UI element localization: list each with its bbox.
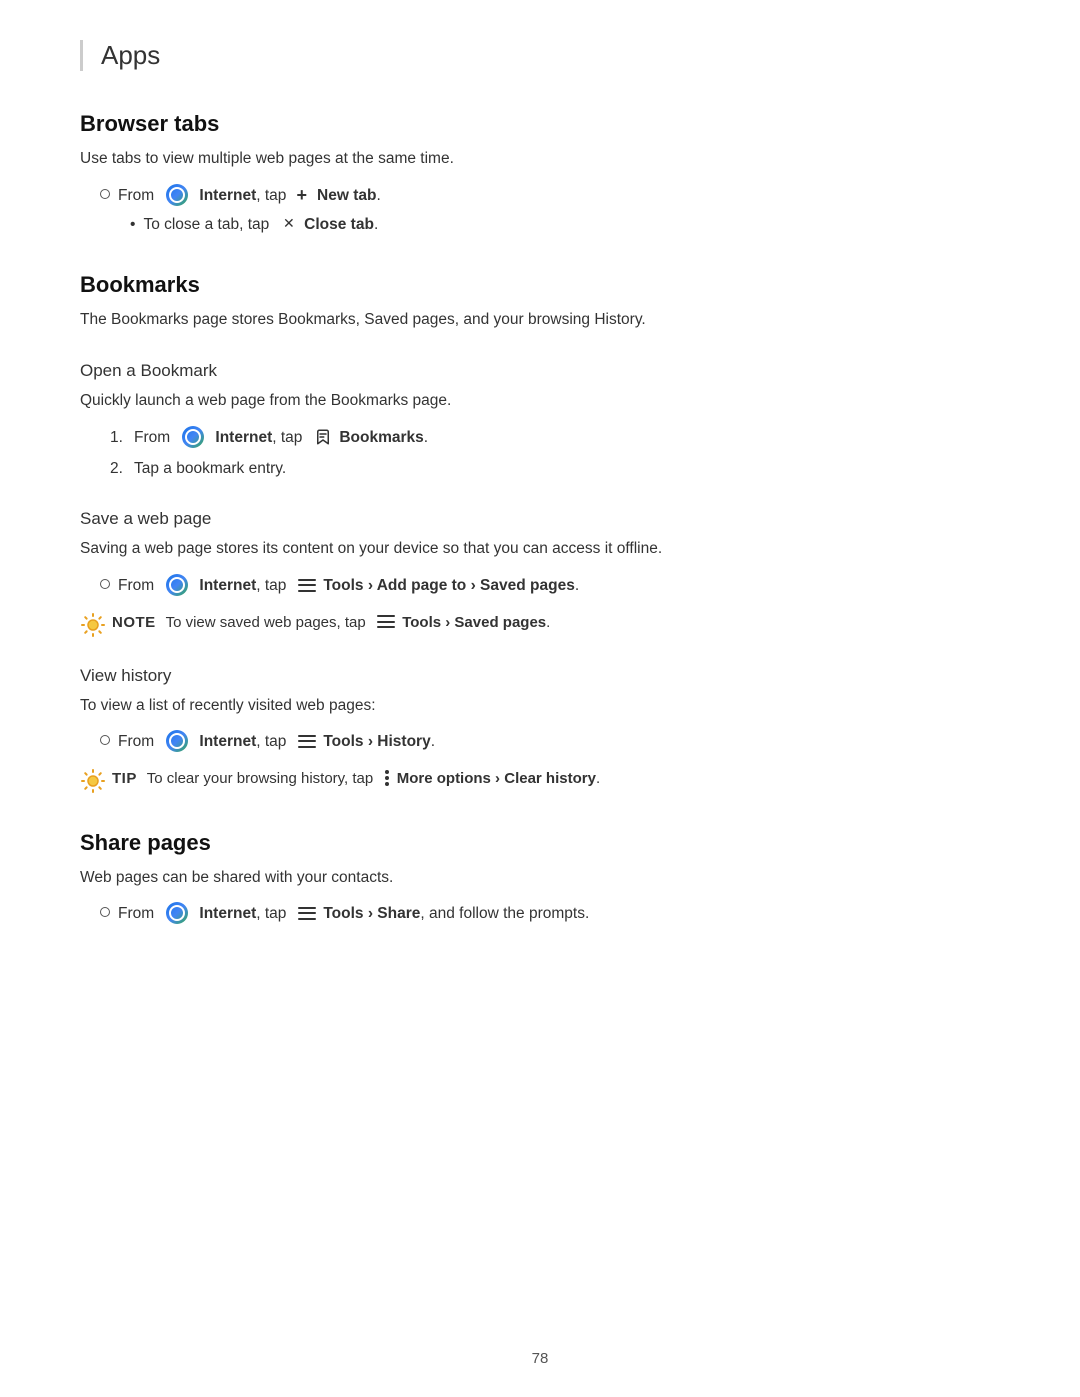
open-bookmark-steps: 1. From Internet, tap (110, 426, 1000, 482)
circle-bullet-4 (100, 907, 110, 917)
internet-icon-3 (166, 574, 188, 596)
internet-icon-2 (182, 426, 204, 448)
dot-bullet: • (130, 213, 135, 236)
save-web-page-description: Saving a web page stores its content on … (80, 537, 1000, 562)
save-page-instruction: From Internet, tap Tools › Add page to ›… (100, 574, 1000, 597)
lightbulb-icon-2 (80, 768, 106, 794)
view-history-subsection: View history To view a list of recently … (80, 666, 1000, 794)
tip-text: TIP To clear your browsing history, tap … (112, 768, 600, 791)
circle-bullet-3 (100, 735, 110, 745)
step2-text: Tap a bookmark entry. (134, 457, 286, 482)
share-pages-section: Share pages Web pages can be shared with… (80, 830, 1000, 926)
step-number: 1. (110, 426, 134, 451)
open-bookmark-subsection: Open a Bookmark Quickly launch a web pag… (80, 361, 1000, 481)
step-number-2: 2. (110, 457, 134, 482)
hamburger-icon-3 (298, 735, 316, 748)
instruction-text: From Internet, tap New tab. (118, 184, 381, 207)
step1-text: From Internet, tap Bookmarks. (134, 426, 428, 451)
share-pages-instruction: From Internet, tap Tools › Share, and fo… (100, 902, 1000, 925)
close-icon (280, 215, 298, 233)
hamburger-icon (298, 579, 316, 592)
tip-label: TIP (112, 770, 137, 787)
share-instruction-text: From Internet, tap Tools › Share, and fo… (118, 902, 589, 925)
save-instruction-text: From Internet, tap Tools › Add page to ›… (118, 574, 579, 597)
history-tip: TIP To clear your browsing history, tap … (80, 768, 1000, 794)
bookmarks-section: Bookmarks The Bookmarks page stores Book… (80, 272, 1000, 793)
circle-bullet (100, 189, 110, 199)
hamburger-icon-4 (298, 907, 316, 920)
internet-icon-5 (166, 902, 188, 924)
sub-instruction-text: To close a tab, tap Close tab. (143, 213, 378, 236)
save-web-page-heading: Save a web page (80, 509, 1000, 529)
view-history-heading: View history (80, 666, 1000, 686)
page-header-title: Apps (101, 40, 160, 71)
app-name-internet: Internet (199, 187, 256, 204)
browser-tabs-section: Browser tabs Use tabs to view multiple w… (80, 111, 1000, 236)
save-page-note: NOTE To view saved web pages, tap Tools … (80, 612, 1000, 638)
view-history-instruction: From Internet, tap Tools › History. (100, 730, 1000, 753)
hamburger-icon-2 (377, 615, 395, 628)
page-number: 78 (532, 1350, 549, 1367)
new-tab-label: New tab (317, 187, 376, 204)
close-tab-label: Close tab (304, 216, 374, 233)
share-pages-heading: Share pages (80, 830, 1000, 856)
plus-icon (293, 186, 311, 204)
save-web-page-subsection: Save a web page Saving a web page stores… (80, 509, 1000, 637)
internet-icon (166, 184, 188, 206)
browser-tabs-instruction1: From Internet, tap New tab. (100, 184, 1000, 207)
browser-tabs-heading: Browser tabs (80, 111, 1000, 137)
browser-tabs-sub-instruction: • To close a tab, tap Close tab. (130, 213, 1000, 236)
bookmarks-heading: Bookmarks (80, 272, 1000, 298)
bookmarks-description: The Bookmarks page stores Bookmarks, Sav… (80, 308, 1000, 333)
share-pages-description: Web pages can be shared with your contac… (80, 866, 1000, 891)
internet-icon-4 (166, 730, 188, 752)
browser-tabs-description: Use tabs to view multiple web pages at t… (80, 147, 1000, 172)
note-label: NOTE (112, 614, 156, 631)
bookmarks-icon (313, 427, 333, 447)
view-history-description: To view a list of recently visited web p… (80, 694, 1000, 719)
open-bookmark-description: Quickly launch a web page from the Bookm… (80, 389, 1000, 414)
open-bookmark-heading: Open a Bookmark (80, 361, 1000, 381)
history-instruction-text: From Internet, tap Tools › History. (118, 730, 435, 753)
note-text: NOTE To view saved web pages, tap Tools … (112, 612, 550, 635)
step-2: 2. Tap a bookmark entry. (110, 457, 1000, 482)
circle-bullet-2 (100, 579, 110, 589)
dots-icon (385, 770, 390, 786)
lightbulb-icon (80, 612, 106, 638)
breadcrumb: Apps (80, 40, 1000, 71)
step-1: 1. From Internet, tap (110, 426, 1000, 451)
